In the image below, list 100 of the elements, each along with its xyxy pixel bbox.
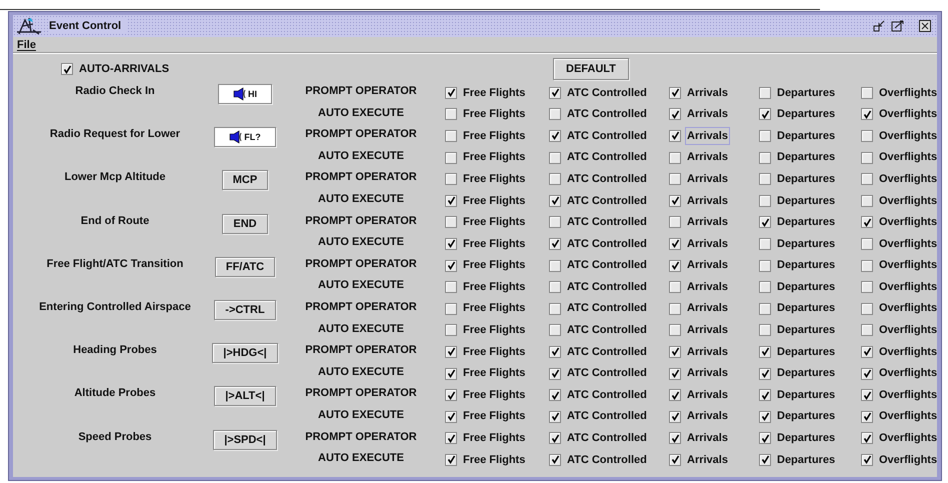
checkbox[interactable] [861, 86, 873, 99]
checkbox[interactable] [549, 389, 561, 402]
checkbox[interactable] [861, 368, 873, 380]
checkbox[interactable] [549, 86, 561, 99]
event-button[interactable]: HI [218, 84, 272, 104]
event-button[interactable]: |>HDG<| [212, 343, 278, 364]
checkbox[interactable] [759, 410, 771, 423]
checkbox[interactable] [861, 281, 873, 294]
checkbox[interactable] [669, 86, 681, 99]
checkbox[interactable] [445, 432, 457, 444]
event-button[interactable]: MCP [222, 170, 268, 190]
checkbox[interactable] [759, 260, 771, 272]
checkbox[interactable] [549, 194, 561, 207]
checkbox[interactable] [445, 281, 457, 294]
checkbox[interactable] [445, 152, 457, 164]
checkbox[interactable] [549, 281, 561, 294]
checkbox[interactable] [445, 302, 457, 315]
menu-item[interactable]: File [17, 37, 36, 52]
checkbox[interactable] [759, 389, 771, 402]
checkbox[interactable] [549, 152, 561, 164]
checkbox[interactable] [759, 108, 771, 120]
checkbox[interactable] [549, 454, 561, 466]
close-icon[interactable] [919, 20, 931, 32]
checkbox[interactable] [669, 346, 681, 358]
checkbox[interactable] [669, 194, 681, 207]
checkbox[interactable] [669, 410, 681, 423]
checkbox[interactable] [669, 281, 681, 294]
checkbox[interactable] [861, 302, 873, 315]
checkbox[interactable] [669, 216, 681, 228]
checkbox[interactable] [669, 324, 681, 336]
checkbox[interactable] [445, 346, 457, 358]
checkbox[interactable] [759, 368, 771, 380]
checkbox[interactable] [549, 302, 561, 315]
checkbox[interactable] [445, 368, 457, 380]
checkbox[interactable] [759, 194, 771, 207]
checkbox[interactable] [445, 324, 457, 336]
checkbox[interactable] [669, 152, 681, 164]
event-button[interactable]: FL? [214, 127, 276, 148]
checkbox[interactable] [861, 152, 873, 164]
checkbox[interactable] [759, 130, 771, 142]
checkbox[interactable] [759, 216, 771, 228]
event-button[interactable]: END [222, 214, 268, 234]
checkbox[interactable] [669, 238, 681, 250]
checkbox[interactable] [445, 238, 457, 250]
maximize-icon[interactable] [891, 20, 905, 32]
checkbox[interactable] [759, 281, 771, 294]
checkbox[interactable] [549, 410, 561, 423]
checkbox[interactable] [445, 260, 457, 272]
checkbox[interactable] [861, 346, 873, 358]
checkbox[interactable] [549, 346, 561, 358]
checkbox[interactable] [861, 454, 873, 466]
checkbox[interactable] [445, 410, 457, 423]
checkbox[interactable] [861, 432, 873, 444]
checkbox[interactable] [669, 368, 681, 380]
checkbox[interactable] [669, 454, 681, 466]
checkbox[interactable] [61, 63, 73, 75]
checkbox[interactable] [861, 194, 873, 207]
checkbox[interactable] [445, 86, 457, 99]
event-button[interactable]: FF/ATC [214, 256, 276, 277]
checkbox[interactable] [669, 260, 681, 272]
checkbox[interactable] [669, 130, 681, 142]
checkbox[interactable] [759, 302, 771, 315]
checkbox[interactable] [861, 173, 873, 186]
default-button[interactable]: DEFAULT [553, 58, 629, 80]
checkbox[interactable] [861, 410, 873, 423]
checkbox[interactable] [549, 108, 561, 120]
checkbox[interactable] [549, 260, 561, 272]
checkbox[interactable] [861, 260, 873, 272]
checkbox[interactable] [759, 432, 771, 444]
checkbox[interactable] [549, 130, 561, 142]
checkbox[interactable] [445, 173, 457, 186]
checkbox[interactable] [549, 216, 561, 228]
checkbox[interactable] [445, 389, 457, 402]
checkbox[interactable] [669, 108, 681, 120]
checkbox[interactable] [861, 216, 873, 228]
checkbox[interactable] [669, 173, 681, 186]
checkbox[interactable] [549, 432, 561, 444]
checkbox[interactable] [861, 238, 873, 250]
checkbox[interactable] [759, 173, 771, 186]
checkbox[interactable] [549, 238, 561, 250]
checkbox[interactable] [861, 324, 873, 336]
checkbox[interactable] [445, 216, 457, 228]
checkbox[interactable] [759, 324, 771, 336]
checkbox[interactable] [759, 86, 771, 99]
checkbox[interactable] [861, 108, 873, 120]
event-button[interactable]: |>ALT<| [214, 386, 276, 406]
checkbox[interactable] [445, 454, 457, 466]
checkbox[interactable] [549, 368, 561, 380]
checkbox[interactable] [669, 302, 681, 315]
checkbox[interactable] [669, 389, 681, 402]
checkbox[interactable] [759, 238, 771, 250]
minimize-icon[interactable] [873, 20, 885, 32]
checkbox[interactable] [861, 389, 873, 402]
checkbox[interactable] [861, 130, 873, 142]
checkbox[interactable] [549, 173, 561, 186]
checkbox[interactable] [549, 324, 561, 336]
event-button[interactable]: ->CTRL [214, 300, 276, 320]
checkbox[interactable] [445, 108, 457, 120]
checkbox[interactable] [759, 454, 771, 466]
checkbox[interactable] [759, 152, 771, 164]
